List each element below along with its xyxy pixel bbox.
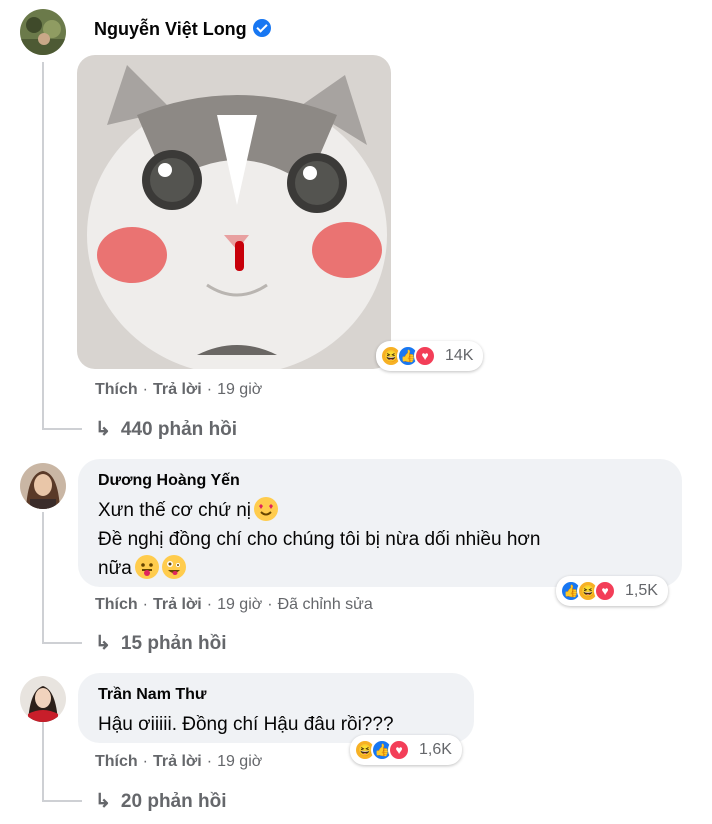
timestamp[interactable]: 19 giờ: [217, 596, 262, 613]
comment-line: Hậu ơiiiii. Đồng chí Hậu đâu rồi???: [98, 714, 394, 735]
thread-line: [42, 722, 44, 800]
reply-arrow-icon: ↳: [95, 791, 111, 812]
comment-text: Xưn thế cơ chứ nị Đề nghị đồng chí cho c…: [98, 496, 540, 583]
reply-button[interactable]: Trả lời: [153, 381, 202, 398]
comment-line: Đề nghị đồng chí cho chúng tôi bị nừa dố…: [98, 529, 541, 550]
edited-label[interactable]: Đã chỉnh sửa: [278, 596, 373, 613]
reaction-summary[interactable]: 😆 👍 ♥ 1,6K: [350, 735, 462, 765]
avatar[interactable]: [20, 676, 66, 722]
love-reaction-icon: ♥: [414, 345, 436, 367]
reaction-count: 1,5K: [625, 582, 658, 599]
comment-actions: Thích · Trả lời · 19 giờ · Đã chỉnh sửa: [95, 596, 373, 614]
reaction-summary[interactable]: 😆 👍 ♥ 14K: [376, 341, 484, 371]
replies-count[interactable]: 15 phản hồi: [121, 633, 227, 654]
reply-arrow-icon: ↳: [95, 633, 111, 654]
separator: ·: [206, 753, 213, 770]
cat-image: [77, 55, 391, 369]
avatar[interactable]: [20, 463, 66, 509]
reply-arrow-icon: ↳: [95, 419, 111, 440]
thread-line-curve: [42, 428, 82, 430]
love-reaction-icon: ♥: [594, 580, 616, 602]
reply-button[interactable]: Trả lời: [153, 753, 202, 770]
comment-line: Xưn thế cơ chứ nị: [98, 500, 252, 521]
author-name[interactable]: Nguyễn Việt Long: [94, 19, 247, 39]
reaction-count: 1,6K: [419, 741, 452, 758]
reaction-count: 14K: [445, 347, 474, 364]
like-button[interactable]: Thích: [95, 381, 138, 398]
zany-face-emoji-icon: [161, 555, 186, 579]
comment-actions: Thích · Trả lời · 19 giờ: [95, 753, 262, 771]
tongue-emoji-icon: [134, 555, 159, 579]
thread-line: [42, 62, 44, 428]
comment-image[interactable]: [77, 55, 391, 369]
thread-line-curve: [42, 642, 82, 644]
thread-line-curve: [42, 800, 82, 802]
love-reaction-icon: ♥: [388, 739, 410, 761]
separator: ·: [206, 596, 213, 613]
comment-actions: Thích · Trả lời · 19 giờ: [95, 381, 262, 399]
separator: ·: [142, 381, 148, 398]
reaction-summary[interactable]: 👍 😆 ♥ 1,5K: [556, 576, 668, 606]
replies-count[interactable]: 440 phản hồi: [121, 419, 237, 440]
comment-author[interactable]: Dương Hoàng Yến: [98, 472, 240, 490]
thread-line: [42, 512, 44, 642]
comment-bubble: Trần Nam Thư Hậu ơiiiii. Đồng chí Hậu đâ…: [78, 673, 474, 743]
separator: ·: [142, 596, 148, 613]
avatar[interactable]: [20, 9, 66, 55]
comment-text: Hậu ơiiiii. Đồng chí Hậu đâu rồi???: [98, 710, 394, 739]
separator: ·: [267, 596, 273, 613]
comment-author[interactable]: Nguyễn Việt Long: [94, 19, 271, 40]
timestamp[interactable]: 19 giờ: [217, 753, 262, 770]
view-replies-button[interactable]: ↳ 440 phản hồi: [95, 418, 237, 441]
reply-button[interactable]: Trả lời: [153, 596, 202, 613]
replies-count[interactable]: 20 phản hồi: [121, 791, 227, 812]
comment-bubble: Dương Hoàng Yến Xưn thế cơ chứ nị Đề ngh…: [78, 459, 682, 587]
view-replies-button[interactable]: ↳ 20 phản hồi: [95, 790, 227, 813]
separator: ·: [142, 753, 148, 770]
verified-badge-icon: [252, 19, 271, 37]
comment-author[interactable]: Trần Nam Thư: [98, 686, 207, 704]
heart-eyes-emoji-icon: [254, 497, 279, 521]
like-button[interactable]: Thích: [95, 753, 138, 770]
comment-line: nữa: [98, 558, 132, 579]
view-replies-button[interactable]: ↳ 15 phản hồi: [95, 632, 227, 655]
separator: ·: [206, 381, 213, 398]
like-button[interactable]: Thích: [95, 596, 138, 613]
timestamp[interactable]: 19 giờ: [217, 381, 262, 398]
